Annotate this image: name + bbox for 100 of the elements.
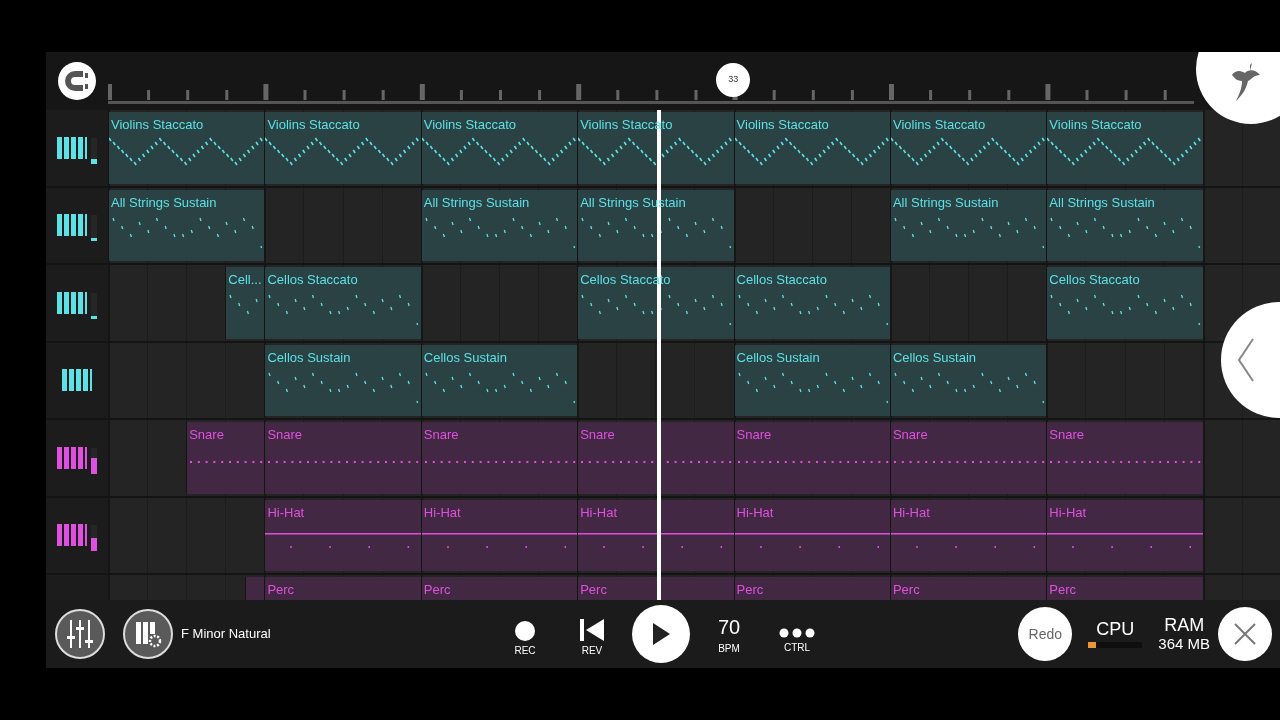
ram-usage: 364 MB [1158, 635, 1210, 653]
clip-label: Cellos Staccato [735, 271, 827, 288]
clip-label: Perc [422, 581, 451, 598]
close-icon [1234, 623, 1256, 645]
clip-label: Hi-Hat [891, 503, 930, 521]
clip-label: Perc [735, 581, 764, 598]
pattern-clip[interactable]: Snare [1046, 422, 1203, 494]
scale-name[interactable]: F Minor Natural [181, 624, 504, 644]
clip-label: Cellos Sustain [891, 348, 977, 366]
close-button[interactable] [1218, 607, 1272, 661]
pattern-clip[interactable]: Perc [733, 577, 890, 600]
clip-label: Violins Staccato [891, 116, 986, 133]
clip-label: All Strings Sustain [422, 193, 530, 211]
play-icon [651, 622, 671, 646]
piano-keys-icon[interactable] [57, 524, 87, 547]
chevron-left-icon [1237, 337, 1255, 383]
more-dots-icon [779, 628, 815, 638]
pattern-clip[interactable]: Cellos Staccato [1046, 267, 1203, 339]
record-button[interactable]: REC [504, 610, 546, 658]
clip-label: Cellos Sustain [422, 348, 507, 366]
midi-notes-drawing [229, 294, 259, 315]
clip-label: Hi-Hat [266, 503, 305, 521]
button-label: BPM [718, 641, 740, 656]
clip-label: Cellos Staccato [1048, 271, 1140, 288]
pattern-clip[interactable]: Violins Staccato [1046, 112, 1203, 184]
pattern-clip[interactable]: Cellos Sustain [733, 344, 890, 416]
pattern-clip[interactable]: Perc [420, 577, 578, 600]
mixer-button[interactable] [55, 609, 105, 659]
clip-label: Snare [1048, 426, 1085, 443]
clip-label: Hi-Hat [735, 503, 774, 521]
clip-label: Violins Staccato [1048, 116, 1142, 133]
pattern-clip[interactable]: Violins Staccato [264, 112, 421, 184]
button-label: REC [514, 643, 536, 658]
pattern-clip[interactable]: Hi-Hat [264, 499, 421, 571]
clip-label: Cellos Sustain [266, 348, 351, 366]
pattern-clip[interactable]: Violins Staccato [420, 112, 578, 184]
pattern-clip[interactable]: Cellos Staccato [264, 267, 421, 339]
pattern-clip[interactable]: Snare [733, 422, 890, 494]
pattern-clip[interactable]: Cellos Staccato [733, 267, 890, 339]
clip-label: All Strings Sustain [110, 193, 217, 211]
pattern-clip[interactable]: Cellos Sustain [420, 344, 578, 416]
redo-button[interactable]: Redo [1018, 607, 1073, 661]
instrument-settings-button[interactable] [123, 609, 173, 659]
tempo-value: 70 [717, 614, 741, 639]
pattern-clip[interactable]: Cell... [225, 267, 265, 339]
pattern-clip[interactable]: Snare [264, 422, 421, 494]
clip-label: Violins Staccato [422, 116, 517, 133]
clip-label: Cellos Staccato [266, 271, 358, 288]
pattern-clip[interactable]: Cellos Sustain [264, 344, 421, 416]
pattern-clip[interactable]: Hi-Hat [733, 499, 890, 571]
clip-label: Hi-Hat [422, 503, 461, 521]
pattern-clip[interactable]: Snare [889, 422, 1047, 494]
clip-label: Violins Staccato [266, 116, 360, 133]
clip-label: Hi-Hat [1048, 503, 1087, 521]
button-label: CTRL [783, 641, 811, 655]
clip-label: Cell... [227, 271, 262, 288]
pattern-clip[interactable]: All Strings Sustain [420, 189, 578, 261]
mixer-sliders-icon [67, 620, 93, 648]
controls-button[interactable]: CTRL [776, 613, 818, 655]
clip-label: All Strings Sustain [1048, 193, 1155, 211]
pattern-clip[interactable]: Snare [186, 422, 265, 494]
pattern-clip[interactable]: Cellos Sustain [889, 344, 1047, 416]
clip-label: Cellos Sustain [735, 348, 820, 366]
clip-label: Snare [188, 426, 224, 443]
clip-label: Hi-Hat [579, 503, 617, 521]
tempo-button[interactable]: 70 BPM [708, 612, 750, 656]
pattern-clip[interactable]: Hi-Hat [420, 499, 578, 571]
pattern-clip[interactable]: All Strings Sustain [108, 189, 265, 261]
pattern-clip[interactable]: Hi-Hat [889, 499, 1047, 571]
pattern-clip[interactable]: Perc [889, 577, 1047, 600]
piano-keys-icon[interactable] [57, 446, 87, 469]
pattern-clip[interactable]: Violins Staccato [889, 112, 1047, 184]
pattern-clip[interactable]: Snare [577, 422, 734, 494]
pattern-clip[interactable]: Perc [264, 577, 421, 600]
record-icon [515, 620, 535, 641]
piano-keys-icon[interactable] [57, 214, 87, 237]
pattern-clip[interactable]: Hi-Hat [577, 499, 734, 571]
pattern-clip[interactable]: Violins Staccato [733, 112, 890, 184]
pattern-clip[interactable]: Violins Staccato [108, 112, 265, 184]
piano-keys-icon[interactable] [57, 136, 87, 159]
pattern-clip[interactable]: Perc [1046, 577, 1203, 600]
bar-marker[interactable]: 33 [716, 63, 751, 97]
clip-label: Snare [891, 426, 928, 443]
snap-magnet-icon[interactable] [58, 62, 96, 100]
skip-back-icon [580, 619, 604, 641]
clip-label: Perc [1048, 581, 1077, 598]
piano-keys-icon[interactable] [62, 369, 92, 392]
piano-keys-icon[interactable] [57, 291, 87, 314]
pattern-clip[interactable]: Snare [420, 422, 578, 494]
pattern-clip[interactable]: All Strings Sustain [1046, 189, 1203, 261]
cpu-label: CPU [1096, 619, 1135, 640]
clip-label: Perc [266, 581, 295, 598]
pattern-clip[interactable]: All Strings Sustain [889, 189, 1047, 261]
button-label: REV [581, 644, 603, 658]
pattern-clip[interactable]: Hi-Hat [1046, 499, 1203, 571]
play-button[interactable] [632, 605, 690, 663]
clip-label: Perc [579, 581, 607, 598]
clip-label: Perc [891, 581, 920, 598]
rewind-button[interactable]: REV [571, 610, 613, 658]
pattern-clip[interactable]: Perc [577, 577, 734, 600]
